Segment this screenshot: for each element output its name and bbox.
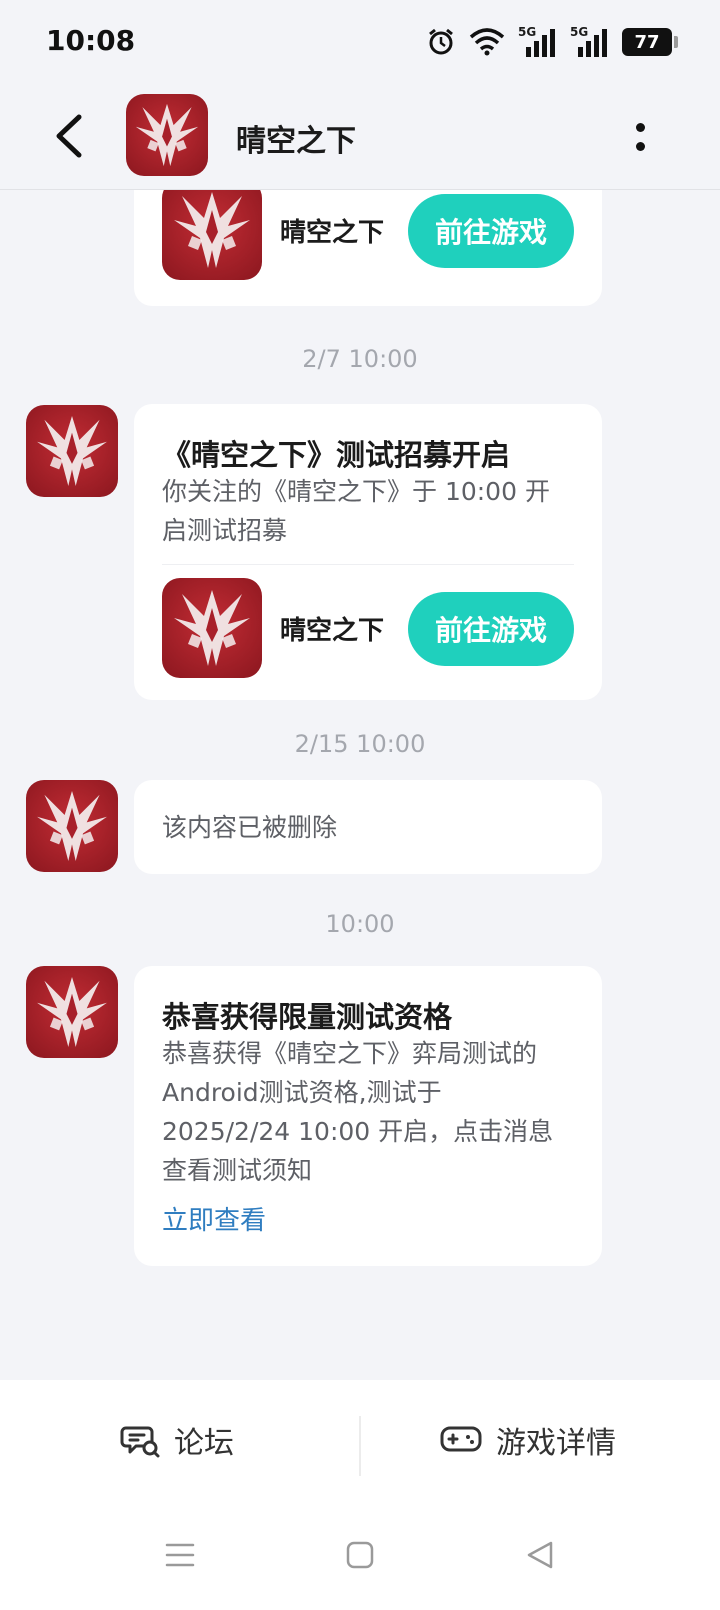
game-logo-icon: [126, 94, 208, 176]
timestamp: 10:00: [325, 910, 395, 938]
game-logo-icon: [26, 966, 118, 1058]
battery-indicator: 77: [622, 28, 678, 56]
timestamp: 2/15 10:00: [294, 730, 426, 758]
alarm-icon: [429, 28, 453, 55]
sender-avatar[interactable]: [26, 966, 118, 1058]
bottom-action-bar: 论坛 游戏详情: [0, 1380, 720, 1500]
status-time: 10:08: [46, 24, 136, 57]
message-card[interactable]: 《晴空之下》测试招募开启 你关注的《晴空之下》于 10:00 开启测试招募 晴空…: [134, 404, 602, 700]
status-icons: 5G 5G 77: [426, 24, 678, 60]
message-text: 该内容已被删除: [162, 813, 338, 842]
timestamp: 2/7 10:00: [302, 345, 418, 373]
go-to-game-button[interactable]: 前往游戏: [408, 194, 574, 268]
go-to-game-button[interactable]: 前往游戏: [408, 592, 574, 666]
chat-header: 晴空之下: [0, 86, 720, 190]
game-logo-icon: [26, 405, 118, 497]
more-dot-icon: [635, 123, 645, 132]
forum-icon: [120, 1426, 160, 1458]
signal-bars-icon: [578, 29, 607, 57]
home-nav-button[interactable]: [335, 1530, 385, 1580]
home-square-icon: [346, 1541, 374, 1569]
chat-title: 晴空之下: [236, 124, 356, 159]
sender-avatar[interactable]: [26, 780, 118, 872]
game-name: 晴空之下: [280, 218, 385, 248]
message-card[interactable]: 该内容已被删除: [134, 780, 602, 874]
signal-2: 5G: [570, 25, 610, 57]
triangle-back-icon: [527, 1541, 553, 1569]
message-title: 《晴空之下》测试招募开启: [162, 438, 511, 472]
game-detail-button[interactable]: 游戏详情: [440, 1410, 616, 1470]
gamepad-icon: [440, 1426, 482, 1452]
game-logo-icon: [26, 780, 118, 872]
message-card[interactable]: 恭喜获得限量测试资格 恭喜获得《晴空之下》弈局测试的Android测试资格,测试…: [134, 966, 602, 1266]
game-logo-icon: [162, 190, 262, 280]
system-nav-bar: [0, 1500, 720, 1610]
view-now-link[interactable]: 立即查看: [162, 1200, 266, 1237]
message-text: 恭喜获得《晴空之下》弈局测试的Android测试资格,测试于2025/2/24 …: [162, 1039, 554, 1185]
signal-1: 5G: [518, 25, 558, 57]
more-dot-icon: [635, 142, 645, 151]
status-bar: 10:08 5G 5G 77: [0, 0, 720, 86]
game-logo-icon: [162, 578, 262, 678]
game-icon: [162, 578, 262, 678]
divider: [162, 564, 574, 565]
forum-label: 论坛: [174, 1426, 234, 1461]
more-options-button[interactable]: [620, 112, 660, 162]
game-name: 晴空之下: [280, 616, 385, 646]
message-card[interactable]: 晴空之下 前往游戏: [134, 190, 602, 306]
signal-bars-icon: [526, 29, 555, 57]
divider: [359, 1416, 361, 1476]
back-button[interactable]: [40, 108, 96, 164]
game-row: 晴空之下 前往游戏: [162, 190, 574, 280]
back-nav-button[interactable]: [515, 1530, 565, 1580]
game-row: 晴空之下 前往游戏: [162, 578, 574, 678]
message-text: 你关注的《晴空之下》于 10:00 开启测试招募: [162, 477, 550, 545]
wifi-icon: [469, 28, 505, 56]
menu-nav-button[interactable]: [155, 1530, 205, 1580]
message-list[interactable]: 晴空之下 前往游戏 2/7 10:00 《晴空之下》测试招募开启 你关注的《晴空…: [0, 190, 720, 1380]
game-detail-label: 游戏详情: [496, 1426, 616, 1461]
game-avatar[interactable]: [126, 94, 208, 176]
forum-button[interactable]: 论坛: [120, 1410, 234, 1470]
sender-avatar[interactable]: [26, 405, 118, 497]
game-icon: [162, 190, 262, 280]
chevron-left-icon: [56, 114, 82, 158]
message-title: 恭喜获得限量测试资格: [162, 1000, 453, 1034]
menu-icon: [165, 1543, 195, 1567]
